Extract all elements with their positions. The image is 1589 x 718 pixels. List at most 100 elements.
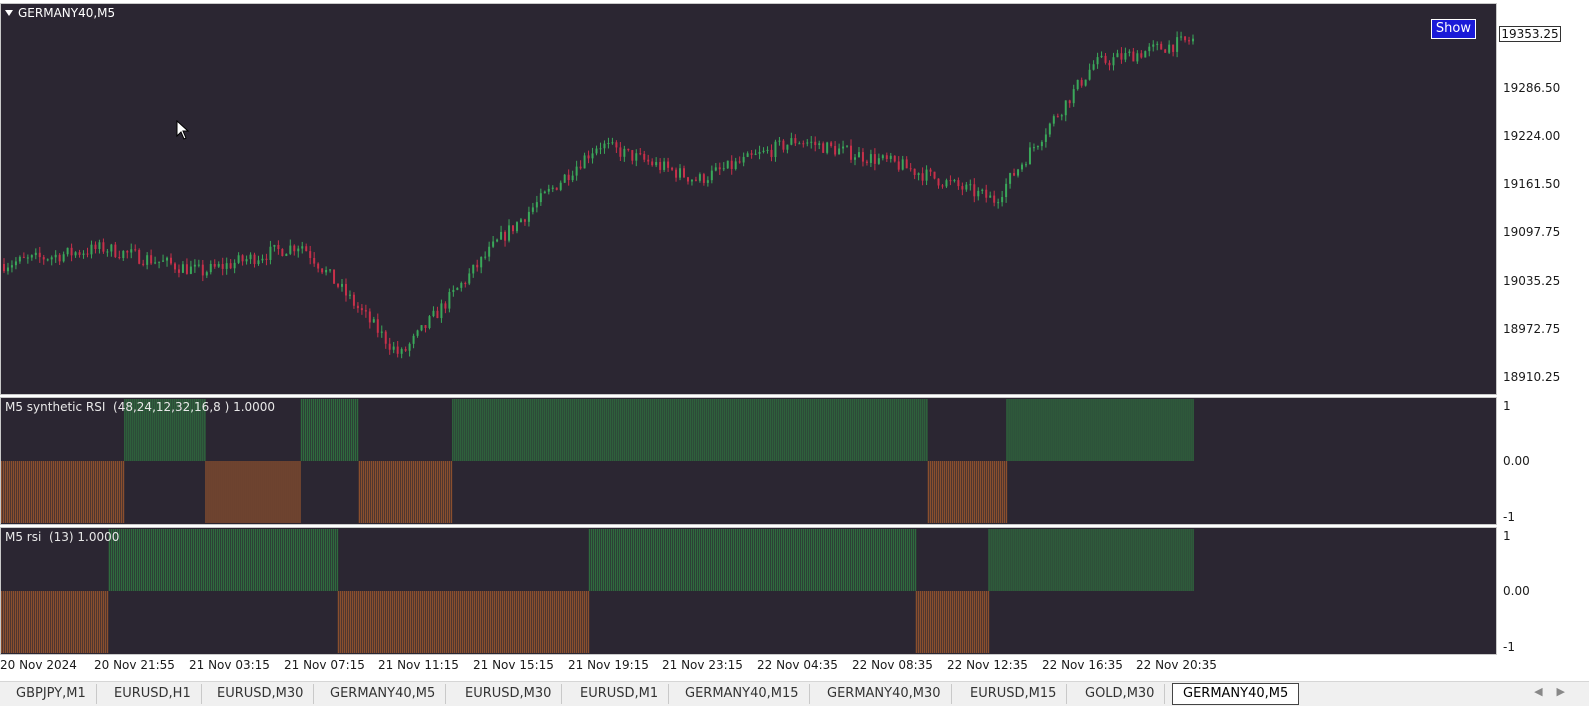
price-label: 19161.50 bbox=[1503, 177, 1561, 191]
price-pane[interactable]: GERMANY40,M5 Show bbox=[0, 3, 1497, 395]
tab-gold-m30[interactable]: GOLD,M30 bbox=[1075, 684, 1166, 704]
candle-body bbox=[185, 264, 188, 274]
candle-body bbox=[38, 252, 41, 258]
candle-body bbox=[539, 193, 542, 203]
candle-body bbox=[607, 143, 610, 145]
candle-body bbox=[885, 155, 888, 159]
candle-body bbox=[774, 141, 777, 158]
candle-body bbox=[348, 294, 351, 296]
candle-body bbox=[1104, 55, 1107, 63]
candle-body bbox=[325, 269, 328, 273]
candle-body bbox=[404, 349, 407, 351]
candle-body bbox=[794, 138, 797, 144]
candle-body bbox=[869, 154, 872, 163]
candle-body bbox=[213, 263, 216, 267]
candle-body bbox=[1017, 169, 1020, 176]
tab-germany40-m15[interactable]: GERMANY40,M15 bbox=[675, 684, 810, 704]
candle-body bbox=[957, 180, 960, 187]
synthetic-rsi-pane[interactable]: M5 synthetic RSI (48,24,12,32,16,8 ) 1.0… bbox=[0, 397, 1497, 525]
show-button[interactable]: Show bbox=[1430, 19, 1476, 39]
candle-body bbox=[706, 180, 709, 183]
tab-eurusd-m30[interactable]: EURUSD,M30 bbox=[207, 684, 315, 704]
candle-body bbox=[293, 245, 296, 252]
candle-body bbox=[527, 211, 530, 222]
candle-body bbox=[909, 168, 912, 170]
candle-body bbox=[162, 260, 165, 262]
candle-body bbox=[881, 155, 884, 159]
price-scale[interactable]: 19286.50 19224.00 19161.50 19097.75 1903… bbox=[1497, 3, 1589, 395]
tab-germany40-m5-active[interactable]: GERMANY40,M5 bbox=[1172, 683, 1300, 705]
candle-body bbox=[515, 222, 518, 232]
candle-body bbox=[233, 262, 236, 269]
arrow-left-icon[interactable]: ◀ bbox=[1534, 685, 1556, 698]
candle-body bbox=[14, 261, 17, 266]
tab-eurusd-h1[interactable]: EURUSD,H1 bbox=[104, 684, 202, 704]
candle-body bbox=[150, 255, 153, 264]
chart-symbol-title[interactable]: GERMANY40,M5 bbox=[5, 6, 115, 20]
rsi-pane[interactable]: M5 rsi (13) 1.0000 bbox=[0, 527, 1497, 655]
candle-body bbox=[170, 257, 173, 264]
candle-body bbox=[877, 158, 880, 164]
candle-body bbox=[1092, 64, 1095, 70]
candle-body bbox=[118, 257, 121, 259]
candle-body bbox=[372, 319, 375, 323]
arrow-right-icon[interactable]: ▶ bbox=[1557, 685, 1579, 698]
histogram-negative-segment bbox=[1, 461, 125, 523]
candle-body bbox=[981, 189, 984, 191]
candle-body bbox=[285, 253, 288, 257]
candle-body bbox=[1088, 69, 1091, 80]
candle-body bbox=[850, 145, 853, 160]
candle-body bbox=[344, 283, 347, 296]
candle-body bbox=[1132, 51, 1135, 62]
candle-body bbox=[122, 250, 125, 259]
candle-body bbox=[217, 264, 220, 267]
candle-body bbox=[1112, 57, 1115, 66]
tab-germany40-m5[interactable]: GERMANY40,M5 bbox=[320, 684, 447, 704]
tab-eurusd-m30-2[interactable]: EURUSD,M30 bbox=[455, 684, 563, 704]
candle-body bbox=[253, 254, 256, 265]
candle-body bbox=[496, 239, 499, 242]
candle-body bbox=[110, 244, 113, 252]
tab-eurusd-m15[interactable]: EURUSD,M15 bbox=[960, 684, 1068, 704]
candle-body bbox=[846, 145, 849, 147]
candle-body bbox=[675, 169, 678, 178]
candle-body bbox=[10, 265, 13, 268]
candle-body bbox=[834, 145, 837, 155]
candle-body bbox=[492, 241, 495, 247]
candle-body bbox=[484, 256, 487, 258]
candle-body bbox=[826, 142, 829, 153]
chart-tabs: GBPJPY,M1 EURUSD,H1 EURUSD,M30 GERMANY40… bbox=[0, 681, 1589, 706]
tab-scroll-arrows[interactable]: ◀▶ bbox=[1534, 685, 1579, 698]
tab-germany40-m30[interactable]: GERMANY40,M30 bbox=[817, 684, 952, 704]
candle-body bbox=[265, 258, 268, 260]
candle-body bbox=[1188, 40, 1191, 42]
candle-body bbox=[464, 282, 467, 284]
scale-label: -1 bbox=[1503, 510, 1515, 524]
candle-body bbox=[1064, 100, 1067, 116]
candle-body bbox=[591, 153, 594, 159]
candle-body bbox=[814, 141, 817, 146]
time-label: 21 Nov 03:15 bbox=[189, 658, 270, 672]
candle-body bbox=[949, 180, 952, 182]
candle-body bbox=[973, 184, 976, 197]
tab-gbpjpy-m1[interactable]: GBPJPY,M1 bbox=[6, 684, 97, 704]
candle-body bbox=[635, 153, 638, 161]
chevron-down-icon[interactable] bbox=[5, 10, 13, 16]
candle-body bbox=[989, 195, 992, 198]
candle-body bbox=[98, 242, 101, 249]
candle-body bbox=[619, 147, 622, 157]
candle-body bbox=[1048, 123, 1051, 135]
time-axis[interactable]: 20 Nov 2024 20 Nov 21:55 21 Nov 03:15 21… bbox=[0, 656, 1497, 676]
candlestick-chart[interactable] bbox=[1, 4, 1497, 394]
tab-eurusd-m1[interactable]: EURUSD,M1 bbox=[570, 684, 670, 704]
time-label: 22 Nov 20:35 bbox=[1136, 658, 1217, 672]
candle-body bbox=[472, 264, 475, 274]
candle-body bbox=[559, 182, 562, 190]
candle-body bbox=[563, 174, 566, 183]
candle-body bbox=[615, 142, 618, 148]
candle-body bbox=[82, 253, 85, 255]
time-label: 20 Nov 2024 bbox=[0, 658, 77, 672]
candle-body bbox=[929, 169, 932, 172]
time-label: 20 Nov 21:55 bbox=[94, 658, 175, 672]
candle-body bbox=[806, 142, 809, 144]
